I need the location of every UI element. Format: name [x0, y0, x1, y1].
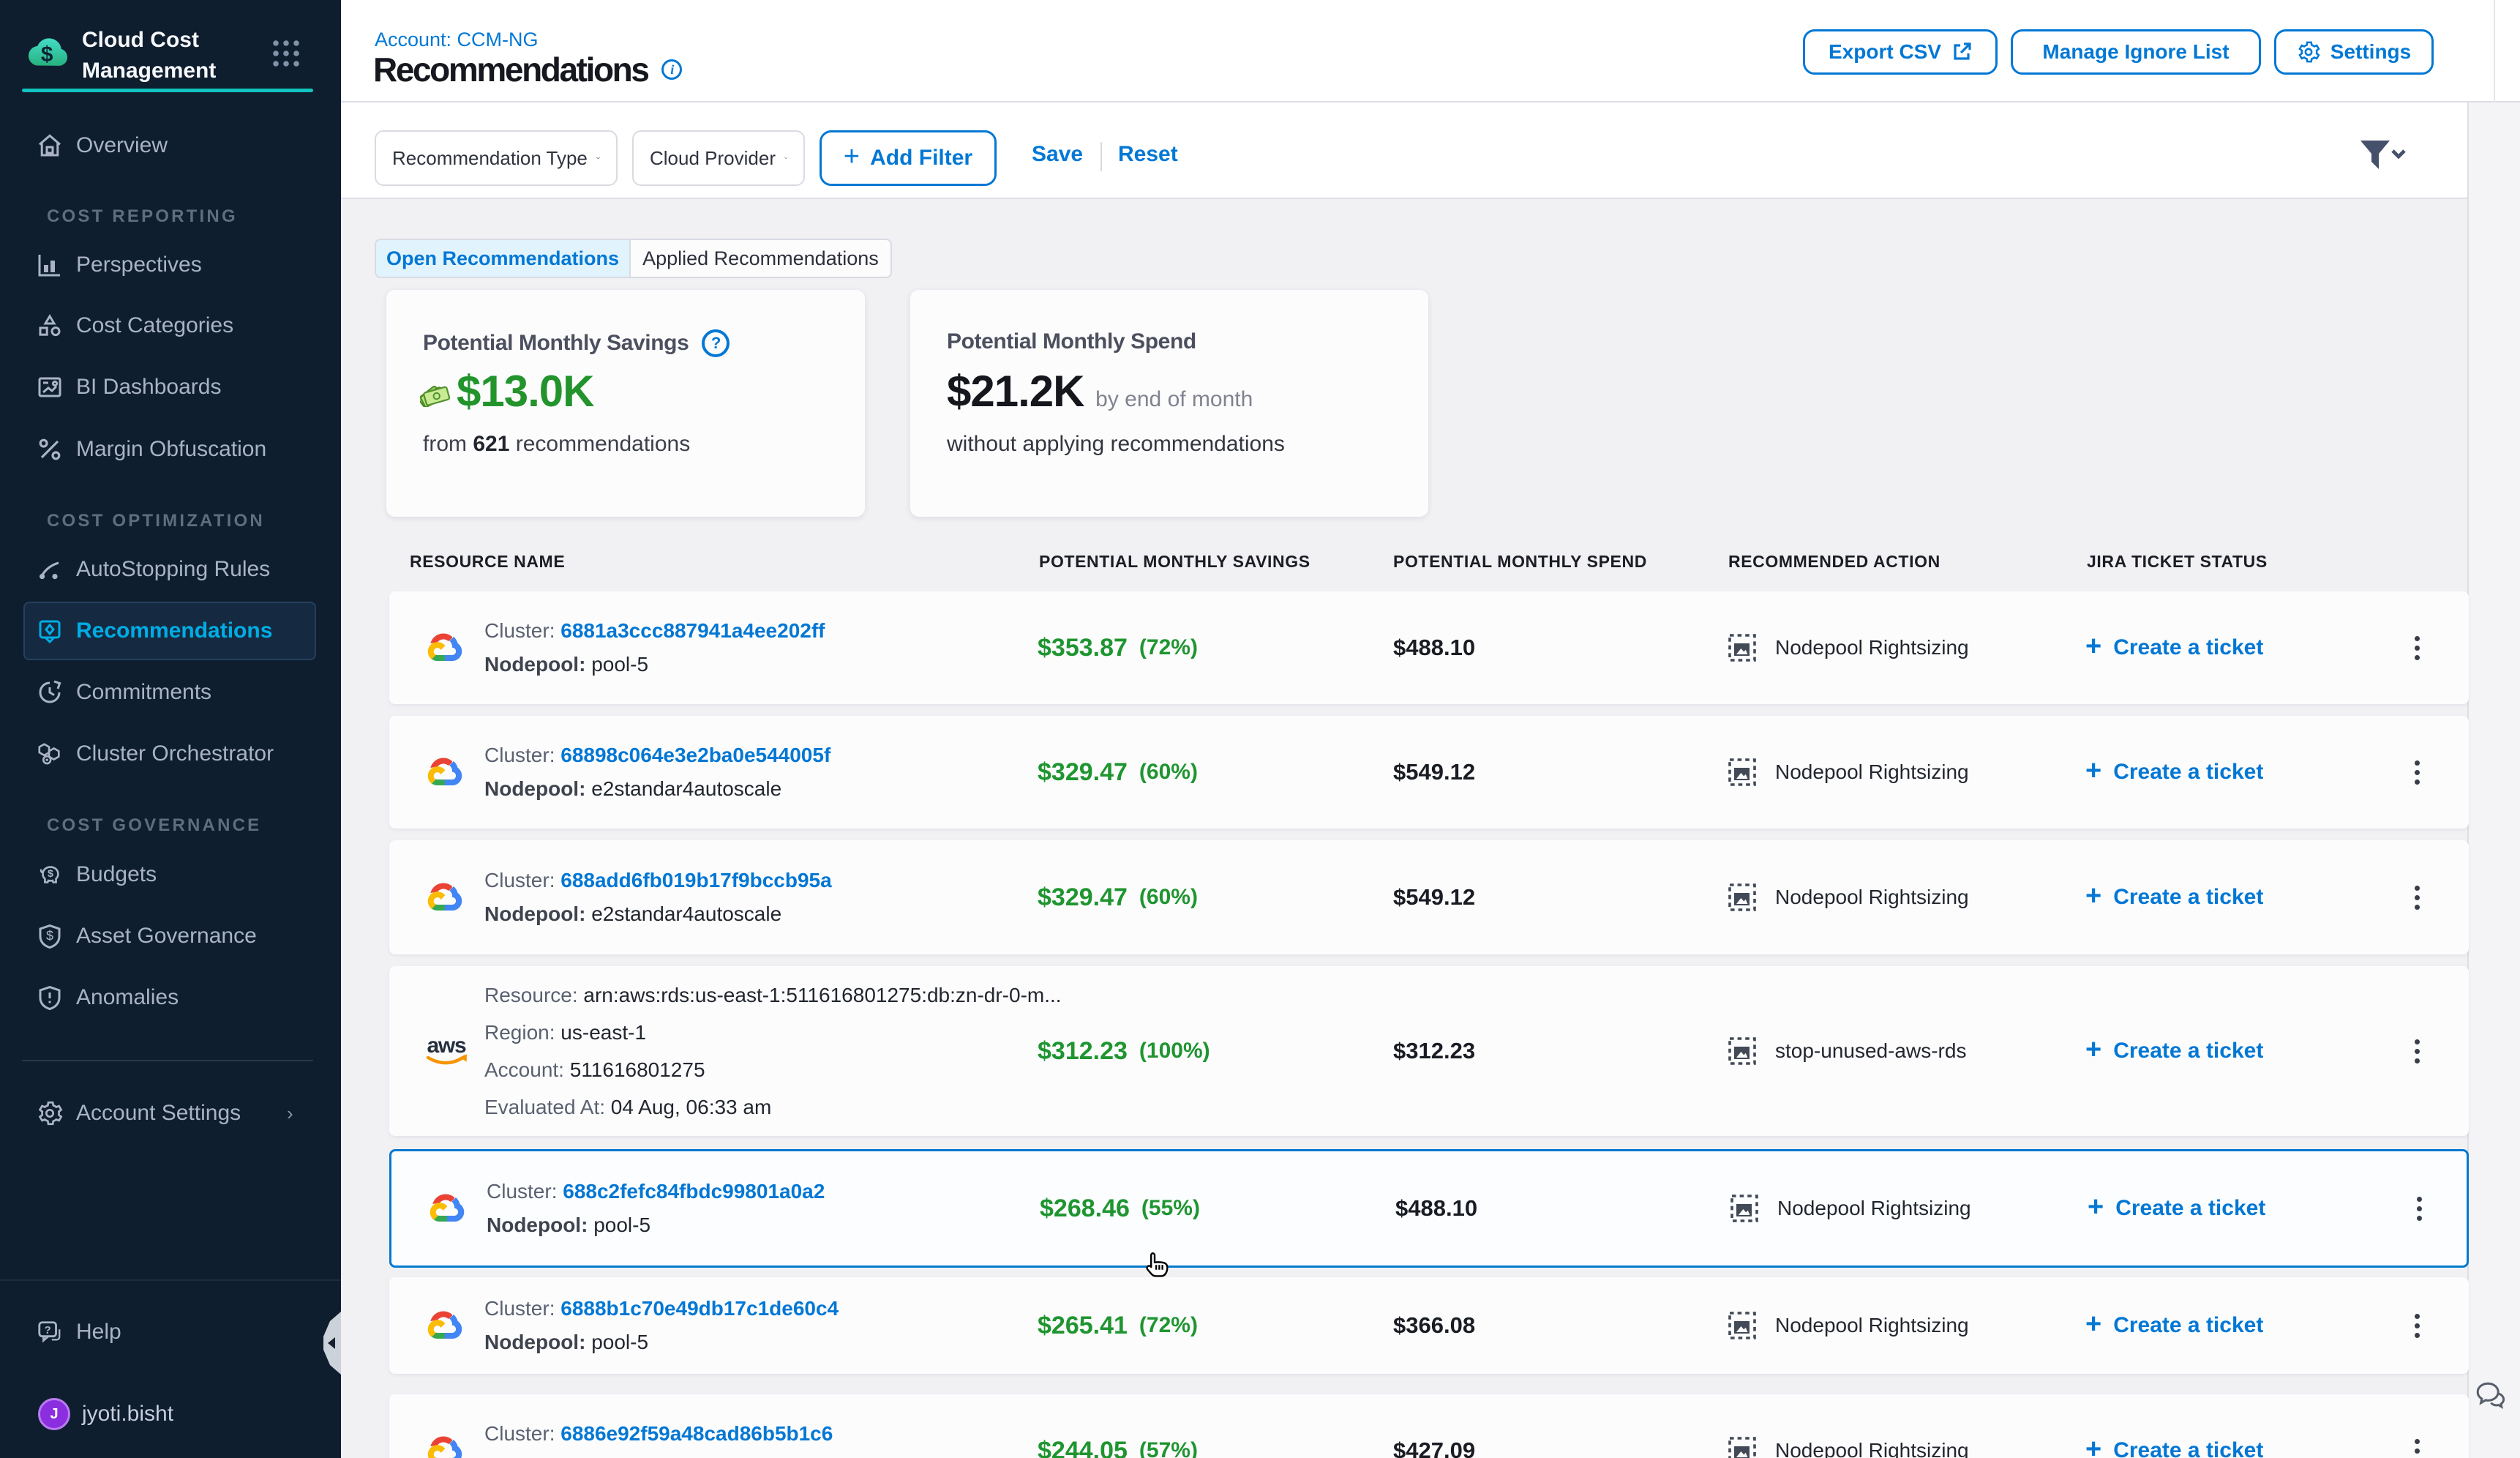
- svg-text:$: $: [41, 42, 53, 67]
- svg-text:?: ?: [45, 1324, 51, 1336]
- svg-text:$: $: [48, 868, 53, 880]
- svg-text:$: $: [46, 929, 53, 943]
